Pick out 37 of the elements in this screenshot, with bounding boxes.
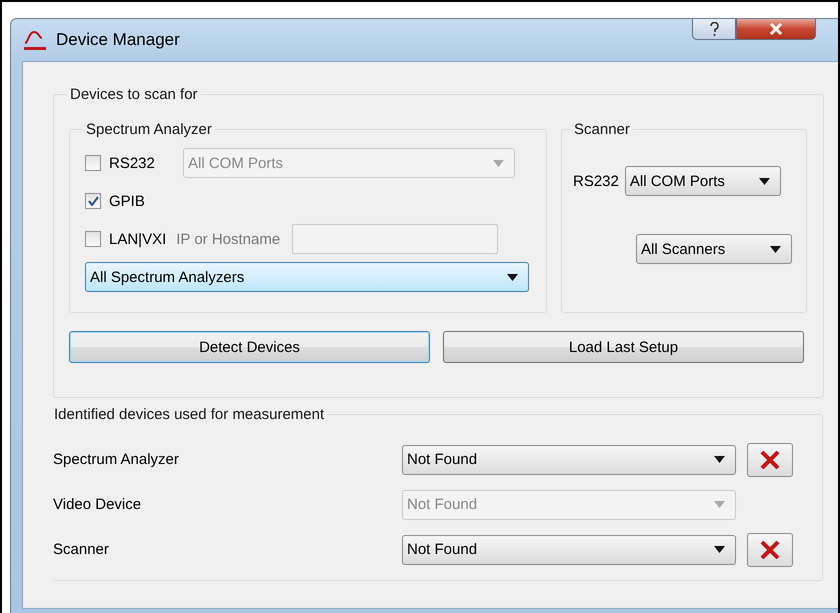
caret-icon — [770, 246, 781, 252]
checkbox-label: LAN|VXI — [109, 230, 166, 248]
group-title: Scanner — [573, 121, 631, 138]
port-label: RS232 — [573, 172, 619, 190]
device-label: Scanner — [53, 541, 110, 558]
wave-logo-icon — [22, 28, 48, 52]
checkbox-label: RS232 — [109, 154, 156, 172]
caret-icon — [714, 501, 725, 508]
close-icon — [760, 540, 780, 558]
group-title: Identified devices used for measurement — [53, 406, 326, 423]
dropdown[interactable]: Not Found — [402, 444, 736, 474]
caret-icon — [714, 546, 725, 553]
analyzer-type-dropdown[interactable]: All Spectrum Analyzers — [85, 262, 529, 292]
dropdown[interactable]: All Scanners — [636, 234, 792, 264]
help-button[interactable] — [692, 19, 736, 40]
action-button[interactable]: Detect Devices — [69, 331, 430, 363]
device-label: Spectrum Analyzer — [53, 451, 180, 468]
device-label: Video Device — [53, 496, 142, 513]
caret-icon — [758, 178, 770, 184]
caret-icon — [507, 274, 518, 280]
caret-icon — [493, 160, 504, 166]
action-button[interactable]: Load Last Setup — [443, 331, 804, 363]
caret-icon — [714, 456, 725, 463]
remove-button[interactable] — [747, 442, 793, 476]
close-icon — [760, 450, 780, 468]
remove-button[interactable] — [747, 532, 793, 566]
group-title: Devices to scan for — [69, 86, 199, 103]
dropdown[interactable]: All COM Ports — [624, 166, 781, 196]
checkbox-label: GPIB — [109, 192, 145, 210]
close-button[interactable] — [736, 19, 816, 40]
field-label: IP or Hostname — [176, 230, 280, 248]
help-icon — [710, 22, 718, 36]
checkbox[interactable] — [85, 193, 101, 209]
group-title: Spectrum Analyzer — [85, 121, 213, 138]
close-icon — [769, 23, 783, 35]
dropdown[interactable]: Not Found — [402, 534, 736, 564]
window-title: Device Manager — [56, 30, 180, 50]
